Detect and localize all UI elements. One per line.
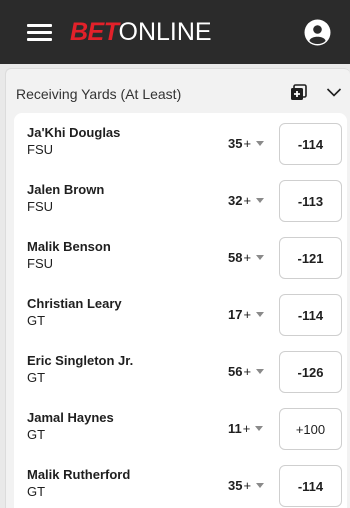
player-props-list: Ja'Khi Douglas FSU 35 + -114 Jalen Brown … [14,113,347,508]
caret-down-icon [256,368,265,374]
line-selector[interactable]: 17 + [228,304,265,324]
odds-button[interactable]: -126 [279,351,342,393]
market-title: Receiving Yards (At Least) [16,86,182,102]
chevron-down-icon[interactable] [326,86,342,98]
logo-bet-text: BET [70,18,119,46]
line-selector[interactable]: 35 + [228,133,265,153]
caret-down-icon [256,254,265,260]
line-selector[interactable]: 58 + [228,247,265,267]
add-to-betslip-icon[interactable] [290,84,307,101]
player-team: GT [27,484,46,499]
logo-online-text: ONLINE [118,18,212,46]
list-item: Eric Singleton Jr. GT 56 + -126 [14,346,347,403]
hamburger-menu-icon[interactable] [27,24,52,42]
line-plus: + [243,477,252,493]
betonline-logo[interactable]: BETONLINE [70,19,212,45]
line-plus: + [242,420,251,436]
line-value: 35 [228,477,243,493]
player-team: FSU [27,256,53,271]
player-name: Jalen Brown [27,182,105,197]
player-name: Jamal Haynes [27,410,114,425]
odds-button[interactable]: +100 [279,408,342,450]
line-value: 11 [228,420,242,436]
player-team: GT [27,370,46,385]
player-name: Malik Benson [27,239,111,254]
caret-down-icon [255,425,264,431]
player-team: FSU [27,142,53,157]
line-plus: + [243,363,252,379]
line-selector[interactable]: 56 + [228,361,265,381]
line-selector[interactable]: 35 + [228,475,265,495]
list-item: Jamal Haynes GT 11 + +100 [14,403,347,460]
odds-button[interactable]: -114 [279,294,342,336]
top-navigation-bar: BETONLINE [0,0,350,64]
line-value: 58 [228,249,243,265]
line-plus: + [243,135,252,151]
line-value: 56 [228,363,243,379]
line-plus: + [243,306,252,322]
player-name: Ja'Khi Douglas [27,125,121,140]
odds-button[interactable]: -114 [279,123,342,165]
market-header[interactable]: Receiving Yards (At Least) [16,84,342,104]
player-team: GT [27,427,46,442]
caret-down-icon [256,482,265,488]
player-team: FSU [27,199,53,214]
list-item: Christian Leary GT 17 + -114 [14,289,347,346]
player-team: GT [27,313,46,328]
odds-button[interactable]: -121 [279,237,342,279]
list-item: Jalen Brown FSU 32 + -113 [14,175,347,232]
caret-down-icon [256,311,265,317]
caret-down-icon [256,197,265,203]
odds-button[interactable]: -114 [279,465,342,507]
list-item: Ja'Khi Douglas FSU 35 + -114 [14,118,347,175]
line-value: 17 [228,306,243,322]
player-name: Christian Leary [27,296,122,311]
line-selector[interactable]: 11 + [228,418,264,438]
player-name: Malik Rutherford [27,467,131,482]
player-name: Eric Singleton Jr. [27,353,134,368]
line-plus: + [243,192,252,208]
caret-down-icon [256,140,265,146]
line-value: 35 [228,135,243,151]
list-item: Malik Benson FSU 58 + -121 [14,232,347,289]
line-selector[interactable]: 32 + [228,190,265,210]
user-account-icon[interactable] [304,19,331,46]
list-item: Malik Rutherford GT 35 + -114 [14,460,347,508]
line-plus: + [243,249,252,265]
line-value: 32 [228,192,243,208]
odds-button[interactable]: -113 [279,180,342,222]
